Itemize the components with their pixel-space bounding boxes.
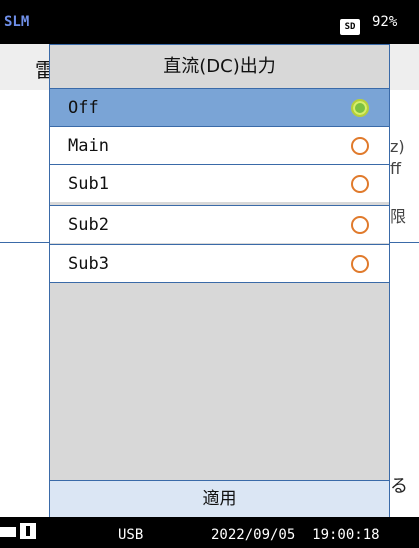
app-name: SLM [4,14,30,30]
sd-card-icon: SD [340,19,360,35]
background-peek-text: 限 [390,207,407,226]
option-label: Sub2 [68,215,109,235]
radio-selected-icon[interactable] [351,99,369,117]
option-label: Off [68,98,99,118]
option-label: Sub1 [68,174,109,194]
option-main[interactable]: Main [50,126,389,164]
battery-level: 92% [372,14,398,30]
option-sub3[interactable]: Sub3 [50,244,389,282]
radio-unselected-icon[interactable] [351,137,369,155]
dialog-title: 直流(DC)出力 [50,46,389,88]
keypad-icon [20,523,36,539]
background-apply-peek: る [390,476,408,497]
usb-indicator: USB [118,527,144,543]
option-label: Sub3 [68,254,109,274]
background-peek-text: ff [390,159,402,178]
radio-unselected-icon[interactable] [351,216,369,234]
datetime: 2022/09/05 19:00:18 [211,527,380,543]
option-sub1[interactable]: Sub1 [50,164,389,202]
radio-unselected-icon[interactable] [351,255,369,273]
option-label: Main [68,136,109,156]
apply-button[interactable]: 適用 [50,480,389,517]
option-off[interactable]: Off [50,88,389,126]
radio-unselected-icon[interactable] [351,175,369,193]
background-peek-text: z) [390,137,405,156]
key-lock-icon [0,527,16,537]
option-sub2[interactable]: Sub2 [50,205,389,243]
options-divider [50,282,389,283]
